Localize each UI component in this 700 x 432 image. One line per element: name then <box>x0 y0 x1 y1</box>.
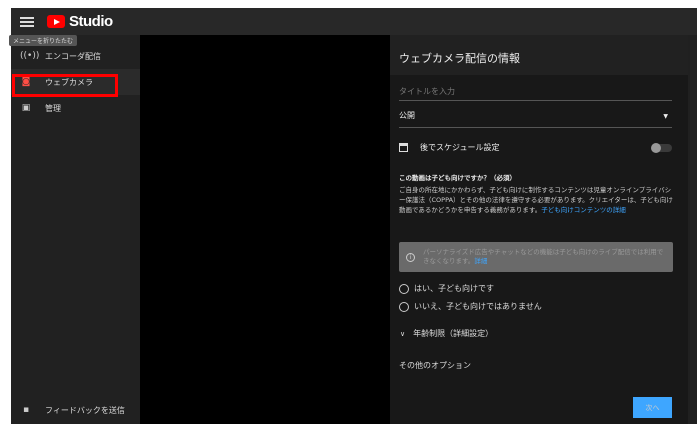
visibility-value: 公開 <box>399 111 415 120</box>
visibility-select[interactable]: 公開 ▼ <box>399 110 672 128</box>
chevron-down-icon: ∨ <box>400 330 406 338</box>
notice-link[interactable]: 詳細 <box>474 257 487 265</box>
kids-desc-text: ご自身の所在地にかかわらず、子ども向けに制作するコンテンツは児童オンラインプライ… <box>399 186 673 214</box>
calendar-icon <box>399 143 408 152</box>
logo-text: Studio <box>69 13 113 30</box>
kids-question: この動画は子ども向けですか？（必須） <box>399 174 516 182</box>
webcam-preview <box>140 35 390 424</box>
schedule-toggle[interactable] <box>651 142 672 153</box>
radio-kids-no[interactable]: いいえ、子ども向けではありません <box>399 301 542 312</box>
scrollbar[interactable] <box>688 35 697 424</box>
studio-app: Studio メニューを折りたたむ ((•)) エンコーダ配信 ◙ ウェブカメラ… <box>9 8 697 424</box>
schedule-label: 後でスケジュール設定 <box>420 143 500 152</box>
title-input[interactable] <box>399 83 672 101</box>
kids-notice: i パーソナライズド広告やチャットなどの機能は子ども向けのライブ配信では利用でき… <box>399 242 673 272</box>
kids-link[interactable]: 子ども向けコンテンツの詳細 <box>541 206 626 214</box>
broadcast-icon: ((•)) <box>20 51 40 61</box>
radio-circle-icon <box>399 301 409 312</box>
youtube-studio-logo[interactable]: Studio <box>47 13 113 30</box>
radio-label: いいえ、子ども向けではありません <box>414 302 542 311</box>
caret-down-icon: ▼ <box>663 113 668 120</box>
header: Studio <box>11 8 697 35</box>
next-button[interactable]: 次へ <box>633 397 672 418</box>
panel-title: ウェブカメラ配信の情報 <box>390 35 688 75</box>
sidebar-item-manage[interactable]: ▣ 管理 <box>11 95 140 121</box>
schedule-row: 後でスケジュール設定 <box>399 142 672 153</box>
youtube-play-icon <box>47 15 65 28</box>
age-restriction-toggle[interactable]: ∨ 年齢制限（詳細設定） <box>400 328 493 339</box>
radio-circle-icon <box>399 283 409 294</box>
radio-kids-yes[interactable]: はい、子ども向けです <box>399 283 494 294</box>
sidebar-item-encoder[interactable]: ((•)) エンコーダ配信 <box>11 43 140 69</box>
feedback-label: フィードバックを送信 <box>45 405 125 415</box>
other-options: その他のオプション <box>399 361 471 370</box>
sidebar-item-label: エンコーダ配信 <box>45 51 101 61</box>
sidebar-item-label: 管理 <box>45 103 61 113</box>
menu-tooltip: メニューを折りたたむ <box>9 35 78 46</box>
highlight-box <box>12 74 118 97</box>
info-icon: i <box>406 252 415 262</box>
kids-description: ご自身の所在地にかかわらず、子ども向けに制作するコンテンツは児童オンラインプライ… <box>399 185 674 215</box>
feedback-button[interactable]: ▪ フィードバックを送信 <box>11 397 140 423</box>
age-label: 年齢制限（詳細設定） <box>413 329 494 338</box>
notice-text: パーソナライズド広告やチャットなどの機能は子ども向けのライブ配信では利用できなく… <box>423 248 664 265</box>
stream-info-panel: ウェブカメラ配信の情報 公開 ▼ 後でスケジュール設定 この動画は子ども向けです… <box>390 35 688 424</box>
calendar-icon: ▣ <box>21 103 31 113</box>
feedback-icon: ▪ <box>22 405 30 415</box>
menu-icon[interactable] <box>20 16 34 27</box>
radio-label: はい、子ども向けです <box>414 284 494 293</box>
